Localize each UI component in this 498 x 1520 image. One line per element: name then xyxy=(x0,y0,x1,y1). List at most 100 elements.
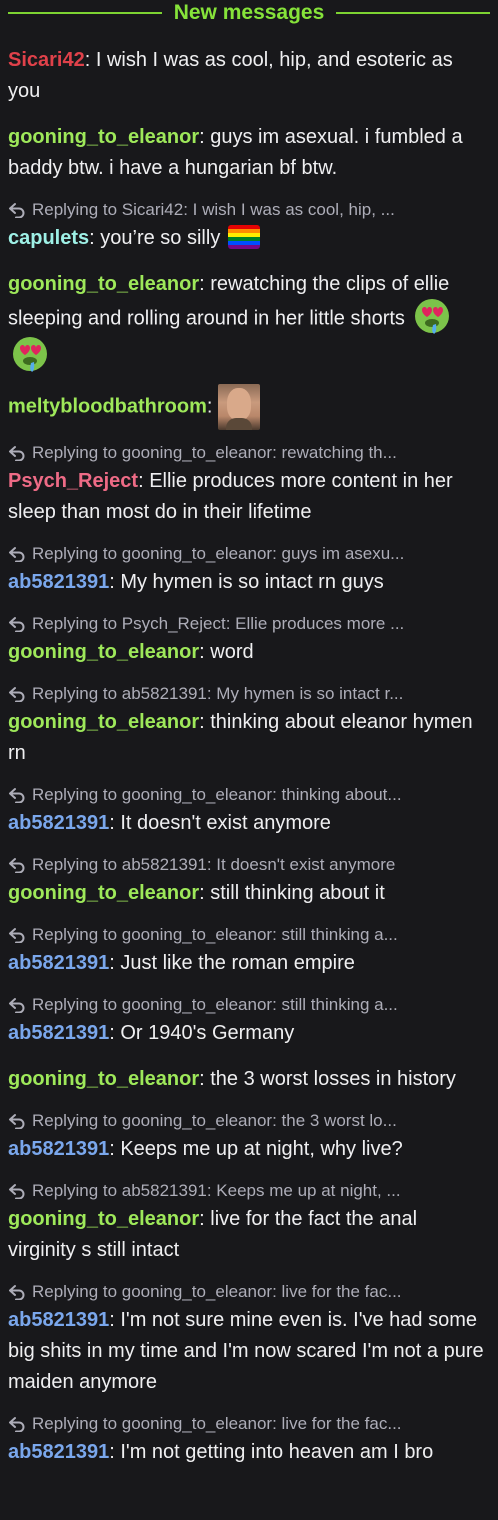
reply-arrow-icon xyxy=(9,998,25,1013)
face-photo-emote[interactable] xyxy=(218,384,261,430)
reply-context[interactable]: Replying to gooning_to_eleanor: still th… xyxy=(0,922,498,948)
chat-message[interactable]: ab5821391: Just like the roman empire xyxy=(0,948,498,979)
username-separator: : xyxy=(109,571,121,593)
reply-context[interactable]: Replying to gooning_to_eleanor: live for… xyxy=(0,1279,498,1305)
chat-message-text: It doesn't exist anymore xyxy=(120,812,331,834)
reply-context[interactable]: Replying to gooning_to_eleanor: live for… xyxy=(0,1411,498,1437)
chat-username[interactable]: gooning_to_eleanor xyxy=(8,126,199,148)
chat-message[interactable]: ab5821391: Keeps me up at night, why liv… xyxy=(0,1134,498,1165)
reply-text: Replying to gooning_to_eleanor: rewatchi… xyxy=(32,443,397,462)
pride-flag-emote[interactable] xyxy=(227,225,260,249)
reply-text: Replying to ab5821391: My hymen is so in… xyxy=(32,684,404,703)
chat-message-text: My hymen is so intact rn guys xyxy=(120,571,384,593)
chat-username[interactable]: Sicari42 xyxy=(8,49,85,71)
chat-message[interactable]: capulets: you’re so silly xyxy=(0,223,498,254)
chat-message[interactable]: gooning_to_eleanor: thinking about elean… xyxy=(0,707,498,769)
reply-context[interactable]: Replying to gooning_to_eleanor: thinking… xyxy=(0,782,498,808)
reply-arrow-icon xyxy=(9,788,25,803)
chat-message-text: Just like the roman empire xyxy=(120,952,355,974)
reply-text: Replying to gooning_to_eleanor: live for… xyxy=(32,1282,402,1301)
chat-message-text: word xyxy=(210,641,254,663)
username-separator: : xyxy=(138,470,150,492)
reply-context[interactable]: Replying to Sicari42: I wish I was as co… xyxy=(0,197,498,223)
reply-arrow-icon xyxy=(9,687,25,702)
chat-message[interactable]: ab5821391: I'm not sure mine even is. I'… xyxy=(0,1305,498,1398)
chat-message-text: Keeps me up at night, why live? xyxy=(120,1138,403,1160)
chat-username[interactable]: ab5821391 xyxy=(8,1441,109,1463)
chat-username[interactable]: ab5821391 xyxy=(8,1022,109,1044)
chat-message[interactable]: ab5821391: It doesn't exist anymore xyxy=(0,808,498,839)
reply-context[interactable]: Replying to gooning_to_eleanor: guys im … xyxy=(0,541,498,567)
chat-username[interactable]: gooning_to_eleanor xyxy=(8,1208,199,1230)
chat-message[interactable]: gooning_to_eleanor: rewatching the clips… xyxy=(0,269,498,376)
reply-text: Replying to ab5821391: Keeps me up at ni… xyxy=(32,1181,401,1200)
reply-text: Replying to Sicari42: I wish I was as co… xyxy=(32,200,395,219)
username-separator: : xyxy=(199,126,211,148)
chat-message[interactable]: gooning_to_eleanor: the 3 worst losses i… xyxy=(0,1064,498,1095)
chat-message[interactable]: gooning_to_eleanor: still thinking about… xyxy=(0,878,498,909)
chat-message-text: I'm not getting into heaven am I bro xyxy=(120,1441,434,1463)
heart-eyes-drool-emote[interactable] xyxy=(410,294,454,338)
username-separator: : xyxy=(109,952,121,974)
reply-arrow-icon xyxy=(9,858,25,873)
chat-username[interactable]: Psych_Reject xyxy=(8,470,138,492)
chat-message[interactable]: gooning_to_eleanor: live for the fact th… xyxy=(0,1204,498,1266)
chat-message-text: still thinking about it xyxy=(210,882,385,904)
username-separator: : xyxy=(199,711,211,733)
chat-message[interactable]: ab5821391: I'm not getting into heaven a… xyxy=(0,1437,498,1468)
chat-message-text: Or 1940's Germany xyxy=(120,1022,295,1044)
chat-username[interactable]: gooning_to_eleanor xyxy=(8,711,199,733)
new-messages-divider: New messages xyxy=(0,0,498,26)
username-separator: : xyxy=(109,1138,121,1160)
username-separator: : xyxy=(199,1068,211,1090)
chat-username[interactable]: meltybloodbathroom xyxy=(8,395,207,417)
reply-context[interactable]: Replying to ab5821391: It doesn't exist … xyxy=(0,852,498,878)
chat-username[interactable]: ab5821391 xyxy=(8,952,109,974)
chat-message[interactable]: Sicari42: I wish I was as cool, hip, and… xyxy=(0,45,498,107)
reply-arrow-icon xyxy=(9,547,25,562)
reply-context[interactable]: Replying to gooning_to_eleanor: rewatchi… xyxy=(0,440,498,466)
chat-username[interactable]: ab5821391 xyxy=(8,1138,109,1160)
username-separator: : xyxy=(109,812,121,834)
reply-text: Replying to Psych_Reject: Ellie produces… xyxy=(32,614,405,633)
reply-context[interactable]: Replying to ab5821391: Keeps me up at ni… xyxy=(0,1178,498,1204)
chat-username[interactable]: ab5821391 xyxy=(8,812,109,834)
new-messages-label: New messages xyxy=(173,1,325,24)
chat-message[interactable]: Psych_Reject: Ellie produces more conten… xyxy=(0,466,498,528)
chat-username[interactable]: gooning_to_eleanor xyxy=(8,882,199,904)
reply-context[interactable]: Replying to ab5821391: My hymen is so in… xyxy=(0,681,498,707)
reply-context[interactable]: Replying to gooning_to_eleanor: the 3 wo… xyxy=(0,1108,498,1134)
chat-message[interactable]: ab5821391: My hymen is so intact rn guys xyxy=(0,567,498,598)
username-separator: : xyxy=(206,395,219,418)
username-separator: : xyxy=(199,882,211,904)
chat-username[interactable]: ab5821391 xyxy=(8,571,109,593)
reply-context[interactable]: Replying to gooning_to_eleanor: still th… xyxy=(0,992,498,1018)
chat-username[interactable]: gooning_to_eleanor xyxy=(8,273,199,295)
chat-message-text: the 3 worst losses in history xyxy=(210,1068,456,1090)
reply-arrow-icon xyxy=(9,928,25,943)
reply-arrow-icon xyxy=(9,1184,25,1199)
reply-text: Replying to ab5821391: It doesn't exist … xyxy=(32,855,396,874)
chat-message[interactable]: ab5821391: Or 1940's Germany xyxy=(0,1018,498,1049)
reply-context[interactable]: Replying to Psych_Reject: Ellie produces… xyxy=(0,611,498,637)
username-separator: : xyxy=(199,1208,211,1230)
reply-arrow-icon xyxy=(9,1285,25,1300)
reply-text: Replying to gooning_to_eleanor: still th… xyxy=(32,925,398,944)
chat-message[interactable]: meltybloodbathroom: xyxy=(0,384,498,430)
heart-eyes-drool-emote[interactable] xyxy=(8,332,52,376)
username-separator: : xyxy=(199,273,211,295)
chat-message[interactable]: gooning_to_eleanor: word xyxy=(0,637,498,668)
chat-message-text: you’re so silly xyxy=(100,227,221,249)
username-separator: : xyxy=(109,1441,121,1463)
chat-username[interactable]: gooning_to_eleanor xyxy=(8,641,199,663)
username-separator: : xyxy=(84,49,96,71)
chat-username[interactable]: capulets xyxy=(8,227,89,249)
chat-message[interactable]: gooning_to_eleanor: guys im asexual. i f… xyxy=(0,122,498,184)
chat-panel: New messages Sicari42: I wish I was as c… xyxy=(0,0,498,1520)
reply-text: Replying to gooning_to_eleanor: live for… xyxy=(32,1414,402,1433)
divider-line-right xyxy=(336,12,490,14)
reply-text: Replying to gooning_to_eleanor: the 3 wo… xyxy=(32,1111,397,1130)
reply-arrow-icon xyxy=(9,203,25,218)
chat-username[interactable]: ab5821391 xyxy=(8,1309,109,1331)
chat-username[interactable]: gooning_to_eleanor xyxy=(8,1068,199,1090)
